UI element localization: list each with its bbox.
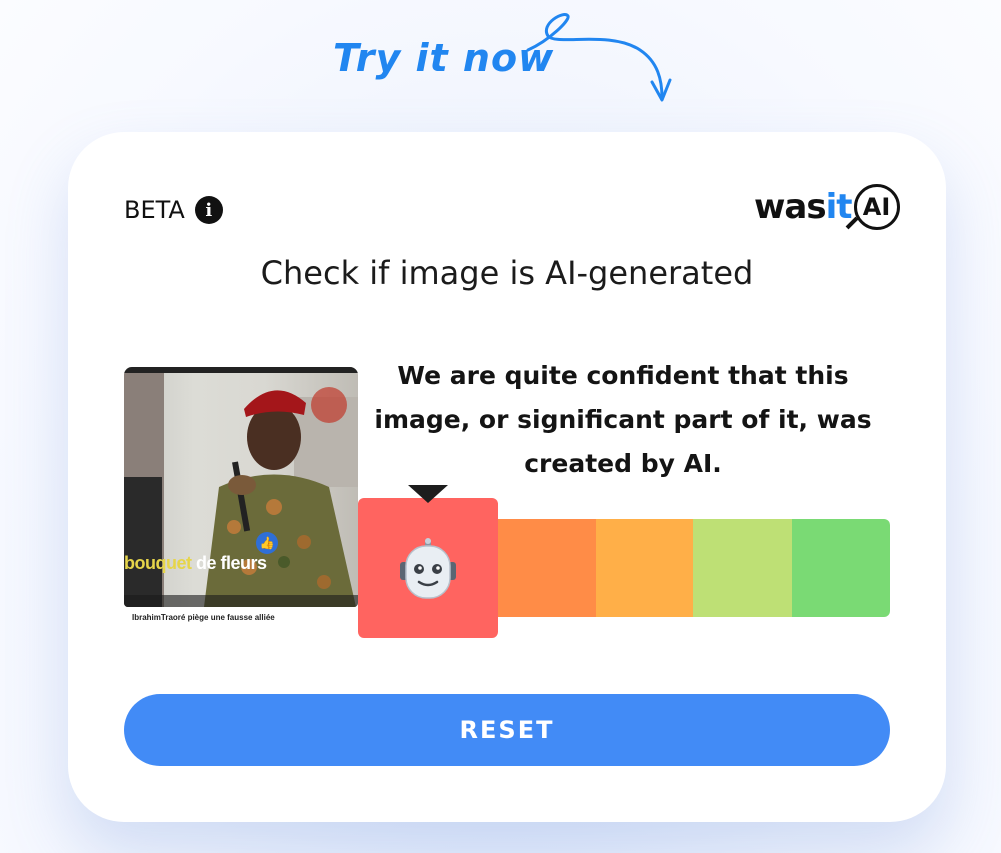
logo-ai-magnifier: AI	[845, 184, 900, 230]
scale-segment-5	[792, 519, 890, 617]
scale-pointer-icon	[408, 485, 448, 503]
beta-badge: BETA i	[124, 196, 223, 224]
wasitai-logo: was it AI	[754, 184, 900, 230]
overlay-word-1: bouquet	[124, 553, 192, 573]
logo-it: it	[825, 187, 853, 227]
curved-arrow-icon	[526, 13, 672, 102]
logo-was: was	[754, 187, 827, 227]
scale-segment-2	[498, 519, 596, 617]
scale-segment-3	[596, 519, 693, 617]
robot-face-icon	[400, 538, 456, 599]
beta-label: BETA	[124, 196, 185, 224]
thumbs-up-icon: 👍	[256, 532, 278, 554]
scale-segment-4	[693, 519, 792, 617]
info-icon[interactable]: i	[194, 196, 223, 224]
scale-segment-active	[358, 485, 498, 638]
detector-card: BETA i was it AI Check if image is AI-ge…	[68, 132, 946, 822]
logo-ai-text: AI	[862, 193, 891, 221]
reset-button[interactable]: RESET	[124, 694, 890, 766]
thumbnail-image: bouquet de fleurs 👍	[124, 367, 358, 607]
page-title: Check if image is AI-generated	[260, 254, 754, 292]
uploaded-image-thumbnail: bouquet de fleurs 👍 IbrahimTraoré piège …	[124, 367, 358, 629]
thumbnail-overlay-text: bouquet de fleurs	[124, 553, 267, 574]
thumbnail-caption: IbrahimTraoré piège une fausse alliée	[132, 613, 275, 622]
verdict-text: We are quite confident that this image, …	[374, 361, 872, 478]
overlay-word-2: de fleurs	[196, 553, 267, 573]
